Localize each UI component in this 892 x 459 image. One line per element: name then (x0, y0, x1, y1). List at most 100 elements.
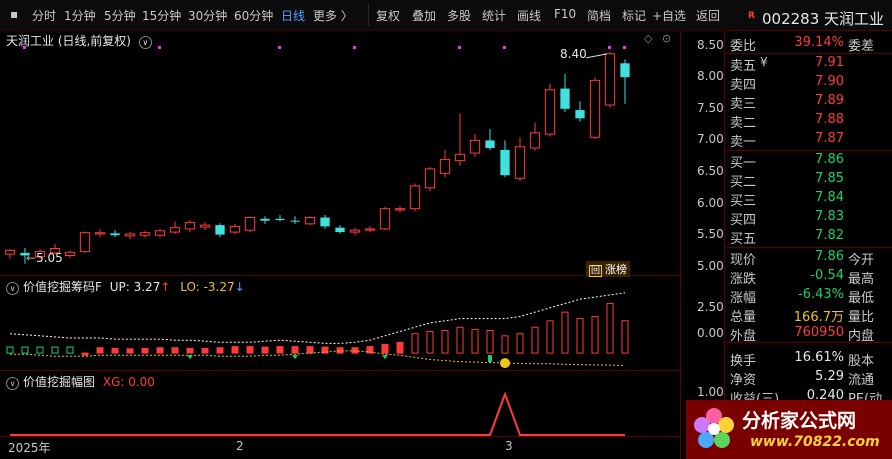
high-price-label: 8.40 (560, 47, 587, 61)
stat-value: 166.7万 (793, 310, 844, 325)
bid-level-label: 买二 (730, 175, 757, 190)
candle-body (454, 153, 466, 162)
indicator1-bar (141, 347, 149, 354)
indicator1-bar (381, 343, 389, 354)
candle-body (124, 233, 136, 237)
candle-body (485, 140, 495, 148)
zhangbang-badge[interactable]: 回涨榜 (586, 261, 631, 277)
bid-level-label: 买四 (730, 213, 757, 228)
x-axis-label: 2025年 (8, 441, 51, 455)
arrow-down-icon: ↓ (234, 280, 245, 294)
stock-name[interactable]: 002283 天润工业 (762, 8, 884, 29)
x-axis-line (0, 436, 680, 437)
candle-body (169, 227, 181, 233)
indicator1-bar (336, 347, 344, 354)
indicator1-bar (516, 333, 524, 354)
x-axis-label: 3 (505, 439, 513, 453)
candle-body (64, 251, 76, 256)
indicator1-bar (126, 348, 134, 354)
indicator1-bar (621, 320, 629, 354)
indicator1-bar (561, 311, 569, 354)
r-tag: R (748, 11, 755, 21)
stat-value: 760950 (794, 325, 844, 340)
indicator1-ytick: 2.50 (697, 300, 724, 314)
indicator1-bar (396, 341, 404, 354)
indicator1-bar (66, 346, 74, 354)
price-ytick: 8.00 (697, 69, 724, 84)
stat-label: 涨跌 (730, 272, 757, 287)
indicator2-title: ∨ 价值挖掘幅图 XG: 0.00 (6, 373, 155, 390)
price-ytick: 5.50 (697, 227, 724, 242)
price-ytick: 6.00 (697, 195, 724, 210)
price-ytick: 7.00 (697, 132, 724, 147)
watermark-url: www.70822.com (750, 434, 880, 450)
candle-body (320, 217, 330, 227)
badge-icon: 回 (589, 265, 603, 277)
candle-body (349, 229, 361, 233)
indicator1-bar (606, 303, 614, 354)
indicator1-ytick: 0.00 (697, 326, 724, 340)
bid-level-label: 买三 (730, 194, 757, 209)
stat-value: 16.61% (794, 350, 844, 365)
candle-body (184, 222, 196, 230)
stat-tail-label: 最高 (848, 272, 875, 287)
ask-price: 7.88 (815, 112, 844, 127)
indicator1-bar (6, 346, 14, 354)
candle-body (110, 233, 120, 236)
candle-body (514, 146, 526, 179)
indicator1-bar (51, 346, 59, 354)
watermark-brand: 分析家公式网 (742, 410, 857, 432)
indicator1-bar (246, 346, 254, 354)
candle-body (575, 110, 585, 119)
candle-body (79, 232, 91, 253)
watermark: 分析家公式网 www.70822.com (686, 400, 892, 459)
candle-body (394, 208, 406, 211)
indicator1-bar (261, 346, 269, 354)
indicator1-series (6, 292, 629, 369)
indicator1-bar (426, 331, 434, 354)
indicator1-down-marker (382, 355, 388, 360)
stat-label: 总量 (730, 310, 757, 325)
indicator1-down-marker (292, 355, 298, 360)
candle-body (244, 217, 256, 231)
indicator1-lo-value: LO: -3.27 (180, 280, 235, 294)
bid-price: 7.82 (815, 228, 844, 243)
indicator1-green-block (488, 355, 492, 363)
chevron-down-icon[interactable]: ∨ (6, 377, 19, 390)
indicator1-upper-line (9, 292, 626, 344)
candle-body (379, 208, 391, 230)
ask-price: 7.90 (815, 74, 844, 89)
candle-body (215, 225, 225, 235)
stat-tail-label: 今开 (848, 253, 875, 268)
indicator1-bar (351, 347, 359, 354)
bid-price: 7.86 (815, 152, 844, 167)
diamond-icon[interactable]: ◇ (644, 32, 652, 45)
candle-body (4, 249, 16, 255)
yen-mark: ¥ (760, 55, 768, 69)
main-chart-title-text: 天润工业 (日线,前复权) (6, 34, 131, 48)
stat-label: 净资 (730, 373, 757, 388)
chevron-down-icon[interactable]: ∨ (138, 36, 152, 49)
stat-tail-label: 流通 (848, 373, 875, 388)
candle-body (364, 228, 376, 231)
indicator1-bar (576, 318, 584, 354)
stat-label: 换手 (730, 354, 757, 369)
stat-label: 涨幅 (730, 291, 757, 306)
price-ytick: 5.00 (697, 258, 724, 273)
candle-body (154, 230, 166, 236)
ask-level-label: 卖四 (730, 78, 757, 93)
candle-body (139, 232, 151, 236)
indicator1-bar (471, 328, 479, 354)
settings-icon[interactable]: ⊙ (662, 32, 671, 45)
bid-level-label: 买五 (730, 232, 757, 247)
chevron-down-icon[interactable]: ∨ (6, 282, 19, 295)
flower-logo-icon (694, 408, 734, 448)
low-price-value: 5.05 (36, 251, 63, 265)
bid-level-label: 买一 (730, 156, 757, 171)
ask-level-label: 卖一 (730, 135, 757, 150)
indicator2-series (10, 391, 625, 436)
stat-tail-label: 量比 (848, 310, 875, 325)
indicator1-bar (186, 347, 194, 354)
indicator1-bar (441, 329, 449, 354)
stat-tail-label: 最低 (848, 291, 875, 306)
